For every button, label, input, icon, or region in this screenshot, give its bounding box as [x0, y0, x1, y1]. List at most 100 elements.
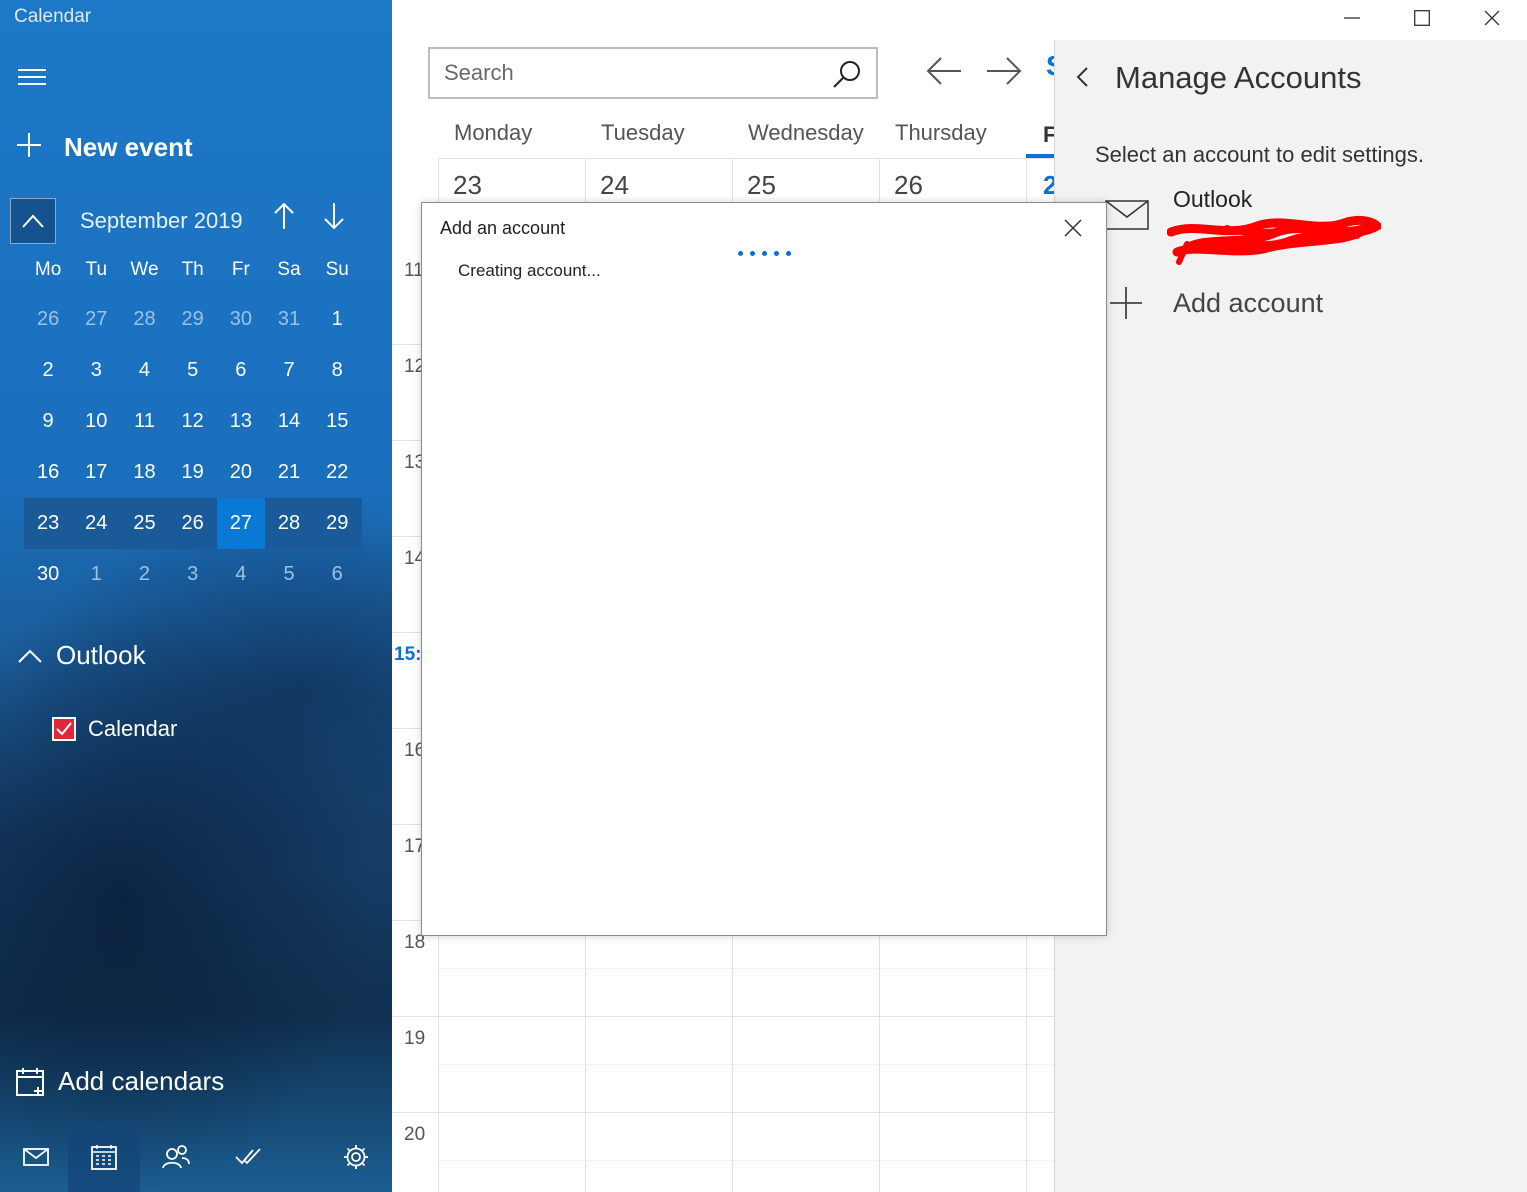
- day-number[interactable]: 23: [453, 170, 482, 201]
- bottom-navigation: [0, 1121, 392, 1192]
- calendar-day[interactable]: 30: [24, 549, 72, 600]
- back-button[interactable]: [1075, 66, 1089, 93]
- grid-half-hour: [438, 968, 1054, 969]
- dialog-close-button[interactable]: [1064, 219, 1082, 242]
- calendar-day[interactable]: 29: [169, 294, 217, 345]
- search-input[interactable]: [444, 57, 824, 89]
- day-number[interactable]: 26: [894, 170, 923, 201]
- calendar-day[interactable]: 15: [313, 396, 361, 447]
- day-number-today[interactable]: 2: [1043, 170, 1054, 201]
- calendar-day[interactable]: 16: [24, 447, 72, 498]
- add-account-label: Add account: [1173, 287, 1324, 318]
- calendar-day[interactable]: 6: [313, 549, 361, 600]
- calendar-day[interactable]: 22: [313, 447, 361, 498]
- calendar-day[interactable]: 30: [217, 294, 265, 345]
- day-header: Monday: [454, 120, 533, 145]
- calendar-week-row: 2 3 4 5 6 7 8: [24, 345, 362, 396]
- next-week-button[interactable]: [986, 56, 1022, 91]
- arrow-up-icon: [274, 202, 294, 229]
- calendar-add-icon: [16, 1067, 44, 1096]
- month-title-partial[interactable]: S: [1046, 50, 1054, 82]
- calendar-day[interactable]: 5: [169, 345, 217, 396]
- calendar-day[interactable]: 25: [120, 498, 168, 549]
- calendar-day[interactable]: 27: [72, 294, 120, 345]
- account-item-outlook[interactable]: Outlook: [1105, 186, 1405, 272]
- calendar-day[interactable]: 4: [120, 345, 168, 396]
- todo-nav-button[interactable]: [212, 1121, 284, 1192]
- calendar-visibility-toggle[interactable]: Calendar: [52, 716, 177, 742]
- collapse-calendar-button[interactable]: [10, 198, 56, 244]
- calendar-day[interactable]: 31: [265, 294, 313, 345]
- calendar-day[interactable]: 5: [265, 549, 313, 600]
- hamburger-menu-icon[interactable]: [18, 66, 46, 88]
- calendar-day[interactable]: 20: [217, 447, 265, 498]
- calendar-day[interactable]: 17: [72, 447, 120, 498]
- grid-divider: [438, 158, 1054, 159]
- weekday-header-row: Mo Tu We Th Fr Sa Su: [24, 246, 362, 294]
- checkmark-icon: [235, 1147, 261, 1164]
- day-number[interactable]: 25: [747, 170, 776, 201]
- calendar-day[interactable]: 1: [72, 549, 120, 600]
- new-event-label: New event: [64, 131, 193, 162]
- current-week-row: 23 24 25 26 27 28 29: [24, 498, 362, 549]
- mini-calendar-month[interactable]: September 2019: [80, 208, 243, 234]
- add-account-button[interactable]: Add account: [1109, 286, 1323, 320]
- calendar-day[interactable]: 29: [313, 498, 361, 549]
- account-group-toggle[interactable]: Outlook: [18, 640, 146, 671]
- calendar-day[interactable]: 21: [265, 447, 313, 498]
- add-account-dialog: Add an account Creating account...: [421, 202, 1107, 936]
- calendar-day[interactable]: 13: [217, 396, 265, 447]
- calendar-day[interactable]: 28: [265, 498, 313, 549]
- minimize-button[interactable]: [1317, 0, 1387, 36]
- settings-nav-button[interactable]: [320, 1121, 392, 1192]
- calendar-day[interactable]: 26: [169, 498, 217, 549]
- calendar-day[interactable]: 2: [24, 345, 72, 396]
- app-title: Calendar: [14, 6, 92, 27]
- calendar-day[interactable]: 1: [313, 294, 361, 345]
- close-icon: [1484, 10, 1500, 26]
- calendar-checkbox[interactable]: [52, 717, 76, 741]
- day-header: Thursday: [895, 120, 987, 145]
- calendar-day[interactable]: 6: [217, 345, 265, 396]
- calendar-day[interactable]: 2: [120, 549, 168, 600]
- calendar-day[interactable]: 14: [265, 396, 313, 447]
- calendar-week-row: 9 10 11 12 13 14 15: [24, 396, 362, 447]
- calendar-day[interactable]: 9: [24, 396, 72, 447]
- calendar-day[interactable]: 12: [169, 396, 217, 447]
- mail-nav-button[interactable]: [0, 1121, 72, 1192]
- grid-divider: [392, 1016, 1054, 1017]
- previous-month-button[interactable]: [274, 202, 294, 237]
- add-calendars-button[interactable]: Add calendars: [16, 1066, 224, 1097]
- previous-week-button[interactable]: [926, 56, 962, 91]
- mini-calendar-header: September 2019: [0, 196, 392, 246]
- calendar-day[interactable]: 26: [24, 294, 72, 345]
- calendar-day[interactable]: 23: [24, 498, 72, 549]
- calendar-nav-button[interactable]: [68, 1121, 140, 1192]
- calendar-day[interactable]: 18: [120, 447, 168, 498]
- calendar-day[interactable]: 3: [72, 345, 120, 396]
- search-box[interactable]: [428, 47, 878, 99]
- calendar-day[interactable]: 19: [169, 447, 217, 498]
- day-number[interactable]: 24: [600, 170, 629, 201]
- maximize-button[interactable]: [1387, 0, 1457, 36]
- new-event-button[interactable]: New event: [16, 130, 193, 164]
- calendar-day[interactable]: 3: [169, 549, 217, 600]
- people-nav-button[interactable]: [140, 1121, 212, 1192]
- calendar-day[interactable]: 10: [72, 396, 120, 447]
- calendar-day[interactable]: 24: [72, 498, 120, 549]
- plus-icon: [16, 130, 42, 164]
- search-icon[interactable]: [832, 59, 862, 94]
- hour-label: 20: [404, 1124, 426, 1145]
- add-calendars-label: Add calendars: [58, 1066, 225, 1096]
- calendar-day[interactable]: 7: [265, 345, 313, 396]
- calendar-day[interactable]: 4: [217, 549, 265, 600]
- calendar-day[interactable]: 28: [120, 294, 168, 345]
- calendar-day[interactable]: 11: [120, 396, 168, 447]
- next-month-button[interactable]: [324, 202, 344, 237]
- calendar-day[interactable]: 8: [313, 345, 361, 396]
- gear-icon: [344, 1144, 368, 1169]
- weekday-label: Sa: [277, 259, 301, 280]
- day-header: Wednesday: [748, 120, 864, 145]
- calendar-day-today[interactable]: 27: [216, 498, 265, 549]
- close-window-button[interactable]: [1457, 0, 1527, 36]
